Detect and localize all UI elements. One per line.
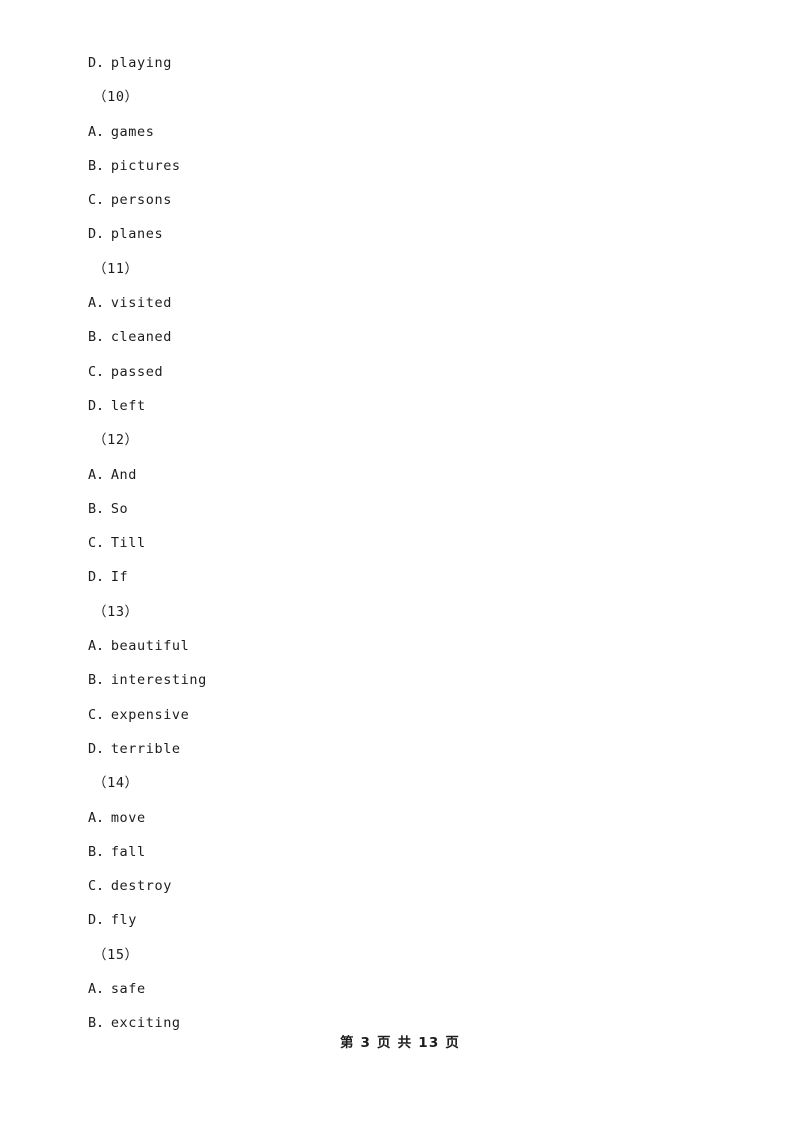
answer-option: B．cleaned [88,329,172,346]
answer-option: D．If [88,569,129,586]
answer-option: D．left [88,397,146,414]
answer-option: A．move [88,809,146,826]
answer-option: D．playing [88,55,172,71]
answer-option: A．safe [88,981,146,998]
answer-option: C．expensive [88,706,190,723]
answer-option: D．planes [88,226,164,243]
question-number: （13） [93,603,139,620]
document-page: D．playing （10） A．games B．pictures C．persons D… [0,0,800,1132]
question-number: （12） [93,432,139,449]
question-number: （14） [93,775,139,792]
answer-option: A．visited [88,295,172,312]
question-number: （10） [93,89,139,106]
answer-option: B．pictures [88,157,181,174]
question-number: （11） [93,260,139,277]
answer-option: D．fly [88,912,138,929]
answer-option: C．destroy [88,878,172,895]
answer-option: A．games [88,123,155,140]
answer-option: C．passed [88,363,164,380]
question-list: D．playing （10） A．games B．pictures C．persons D… [88,46,688,1041]
answer-option: B．fall [88,843,146,860]
answer-option: C．persons [88,192,172,209]
page-footer: 第 3 页 共 13 页 [339,1035,461,1051]
answer-option: B．So [88,500,129,517]
answer-option: A．And [88,466,138,483]
question-number: （15） [93,946,139,963]
answer-option: D．terrible [88,740,181,757]
answer-option: B．interesting [88,672,207,689]
answer-option: A．beautiful [88,638,190,655]
answer-option: C．Till [88,535,146,552]
